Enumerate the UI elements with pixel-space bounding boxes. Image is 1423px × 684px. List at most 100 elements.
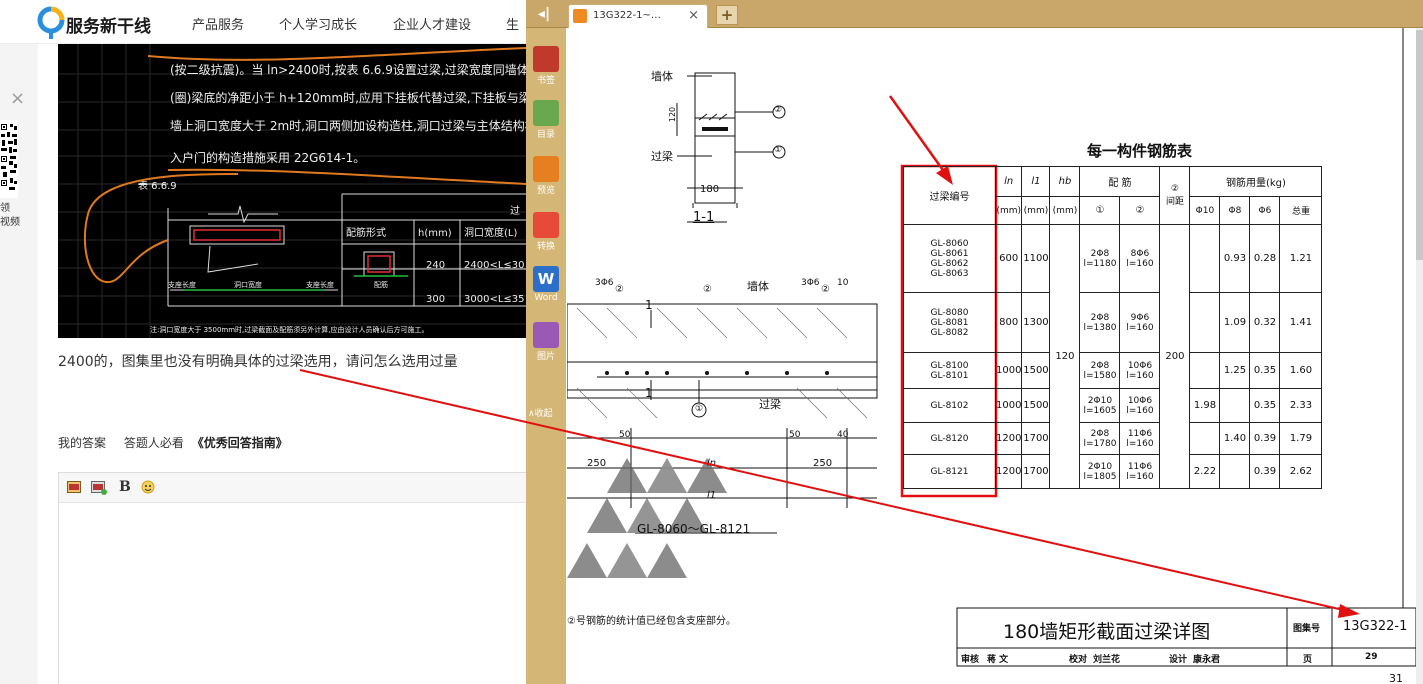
nav-personal-growth[interactable]: 个人学习成长 (279, 14, 357, 33)
row-r2: 8Φ6 l=160 (1119, 224, 1161, 293)
row-r1: 2Φ8 l=1380 (1079, 292, 1121, 353)
elev-dim-ln: ln (707, 458, 717, 469)
row-l1: 1300 (1021, 292, 1051, 353)
section-width-label: 180 (700, 184, 720, 195)
rebar-table: 过梁编号 ln l1 hb 配 筋 ② 间距 钢筋用量(kg) (mm) (mm… (903, 166, 1323, 489)
th-total: 总重 (1279, 196, 1323, 225)
toc-label: 目录 (536, 130, 555, 140)
th-l1: l1 (1021, 166, 1051, 197)
row-r1: 2Φ8 l=1180 (1079, 224, 1121, 293)
tb-check-label: 校对 (1069, 655, 1088, 665)
row-ln: 1200 (994, 454, 1023, 489)
sidebar-caption: 领 视频 (0, 203, 20, 228)
cad-screenshot-image: (按二级抗震)。当 ln>2400时,按表 6.6.9设置过梁,过梁宽度同墙体厚… (58, 44, 526, 338)
tb-page-label: 页 (1303, 655, 1313, 665)
must-read-label: 答题人必看 (123, 436, 184, 450)
row-ids: GL-8060 GL-8061 GL-8062 GL-8063 (903, 224, 996, 293)
th-unit-hb: (mm) (1049, 196, 1081, 225)
logo-mark-icon (37, 6, 65, 39)
table-row: GL-8121 1200 1700 2Φ10 l=1805 11Φ6 l=160… (903, 454, 1323, 489)
elev-cut-mark-top: 1 (645, 298, 653, 312)
document-tab-title: 13G322-1~… (593, 10, 661, 21)
row-spacing: 200 (1159, 224, 1191, 489)
row-ln: 600 (994, 224, 1023, 293)
elev-callout-d: 3Φ6 (801, 278, 820, 288)
image-icon[interactable] (67, 481, 81, 493)
pdf-file-icon (573, 9, 587, 23)
document-tab[interactable]: 13G322-1~… × (568, 4, 708, 28)
th-beam-no: 过梁编号 (903, 166, 996, 225)
row-l1: 1500 (1021, 352, 1051, 389)
row-total: 1.21 (1279, 224, 1323, 293)
cad-drawing-graphic: (按二级抗震)。当 ln>2400时,按表 6.6.9设置过梁,过梁宽度同墙体厚… (58, 44, 526, 338)
bold-button[interactable]: B (119, 479, 131, 495)
row-ln: 1000 (994, 388, 1023, 423)
table-row: GL-8080 GL-8081 GL-8082 800 1300 2Φ8 l=1… (903, 292, 1323, 353)
new-tab-button[interactable]: + (716, 5, 738, 25)
pdf-viewer-window: ◂| 13G322-1~… × + 书签 目录 预览 转换 W Word 图片 … (526, 0, 1423, 684)
cad-left-label-4: 配筋 (374, 280, 388, 289)
row-total: 1.79 (1279, 422, 1323, 455)
emoji-icon[interactable] (141, 480, 155, 494)
nav-product-service[interactable]: 产品服务 (192, 14, 244, 33)
row-ids: GL-8120 (903, 422, 996, 455)
elev-dim-left: 250 (587, 458, 607, 469)
cad-left-label-2: 洞口宽度 (234, 280, 262, 289)
row-p10 (1189, 292, 1221, 353)
answer-editor[interactable]: B (58, 472, 526, 684)
elev-wall-label: 墙体 (747, 280, 769, 293)
cad-row1-h: 240 (426, 260, 445, 271)
row-r2: 9Φ6 l=160 (1119, 292, 1161, 353)
tb-design-label: 设计 (1169, 655, 1188, 665)
my-answer-label: 我的答案 (58, 436, 107, 450)
cad-table-title: 表 6.6.9 (138, 179, 177, 192)
toc-icon (533, 100, 559, 126)
media-icon[interactable] (91, 481, 107, 495)
word-label: Word (534, 293, 558, 303)
word-tool[interactable]: W Word (532, 266, 560, 303)
elev-cut-mark-bottom: 1 (645, 386, 653, 400)
answer-guide-link[interactable]: 《优秀回答指南》 (192, 436, 288, 450)
sidebar-close-icon[interactable]: × (10, 88, 25, 109)
row-l1: 1100 (1021, 224, 1051, 293)
row-r1: 2Φ10 l=1805 (1079, 454, 1121, 489)
nav-enterprise-talent[interactable]: 企业人才建设 (393, 14, 471, 33)
toc-tool[interactable]: 目录 (532, 100, 560, 140)
collapse-button[interactable]: ∧收起 (528, 406, 553, 419)
site-logo[interactable]: 服务新干线 (36, 4, 160, 40)
row-hb: 120 (1049, 224, 1081, 489)
row-p10 (1189, 422, 1221, 455)
scrollbar-thumb[interactable] (1416, 30, 1423, 260)
th-unit-l1: (mm) (1021, 196, 1051, 225)
th-spacing: ② 间距 (1159, 166, 1191, 225)
bookmark-tool[interactable]: 书签 (532, 46, 560, 86)
preview-tool[interactable]: 预览 (532, 156, 560, 196)
convert-tool[interactable]: 转换 (532, 212, 560, 252)
preview-label: 预览 (536, 186, 555, 196)
th-rebar-2: ② (1119, 196, 1161, 225)
row-p8: 1.40 (1219, 422, 1251, 455)
cad-note: 注:洞口宽度大于 3500mm时,过梁截面及配筋须另外计算,应由设计人员确认后方… (150, 325, 429, 334)
table-row: GL-8120 1200 1700 2Φ8 l=1780 11Φ6 l=160 … (903, 422, 1323, 455)
row-p10: 1.98 (1189, 388, 1221, 423)
picture-tool[interactable]: 图片 (532, 322, 560, 362)
row-total: 2.62 (1279, 454, 1323, 489)
cad-row2-h: 300 (426, 294, 445, 305)
row-total: 1.60 (1279, 352, 1323, 389)
answer-header: 我的答案 答题人必看 《优秀回答指南》 (58, 434, 288, 451)
th-rebar-1: ① (1079, 196, 1121, 225)
site-header: 服务新干线 产品服务 个人学习成长 企业人才建设 生 (0, 0, 526, 44)
viewer-tab-bar: ◂| 13G322-1~… × + (526, 0, 1423, 28)
logo-text: 服务新干线 (66, 17, 151, 37)
tab-close-icon[interactable]: × (688, 8, 699, 23)
bookmark-label: 书签 (536, 76, 555, 86)
sidebar-toggle-button[interactable]: ◂| (526, 0, 562, 28)
nav-more[interactable]: 生 (506, 14, 519, 33)
elev-dim-50b: 50 (789, 430, 801, 440)
elev-dim-right: 250 (813, 458, 833, 469)
table-row: GL-8060 GL-8061 GL-8062 GL-8063 600 1100… (903, 224, 1323, 489)
row-r2: 10Φ6 l=160 (1119, 352, 1161, 389)
title-block-atlas-label: 图集号 (1293, 624, 1321, 634)
section-height-label: 120 (668, 106, 678, 123)
cad-row1-w: 2400<L≤30 (464, 260, 525, 271)
